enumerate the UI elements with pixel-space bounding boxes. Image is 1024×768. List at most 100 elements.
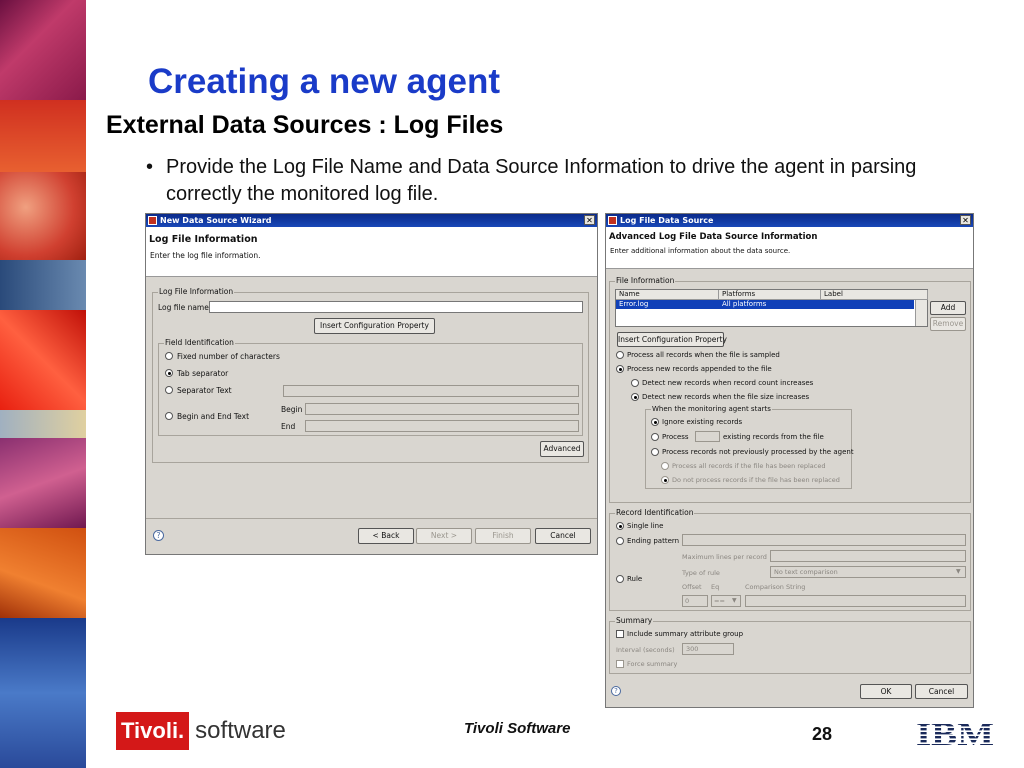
wizard-header-desc: Enter the log file information. <box>150 251 261 260</box>
tab-separator-radio[interactable] <box>165 369 173 377</box>
cancel-button[interactable]: Cancel <box>915 684 968 699</box>
adv-title-bar[interactable]: Log File Data Source ✕ <box>606 214 973 227</box>
do-not-process-replaced-label: Do not process records if the file has b… <box>672 476 840 484</box>
remove-button[interactable]: Remove <box>930 317 966 331</box>
table-header-platforms[interactable]: Platforms <box>719 290 821 300</box>
comparison-string-input[interactable] <box>745 595 966 607</box>
software-brand: software <box>195 717 286 744</box>
separator-text-radio[interactable] <box>165 386 173 394</box>
separator-text-input[interactable] <box>283 385 579 397</box>
help-icon[interactable]: ? <box>611 686 621 696</box>
adv-header-desc: Enter additional information about the d… <box>610 247 791 255</box>
log-file-name-input[interactable] <box>209 301 583 313</box>
wizard-app-icon <box>148 216 157 225</box>
not-previously-processed-label: Process records not previously processed… <box>662 448 854 456</box>
bullet-marker: • <box>146 156 154 178</box>
file-information-group-label: File Information <box>615 276 676 285</box>
begin-end-label: Begin and End Text <box>177 412 250 421</box>
cancel-button[interactable]: Cancel <box>535 528 591 544</box>
footer-center-text: Tivoli Software <box>464 720 571 737</box>
ignore-existing-label: Ignore existing records <box>662 418 743 426</box>
ending-pattern-input[interactable] <box>682 534 966 546</box>
force-summary-checkbox[interactable] <box>616 660 624 668</box>
process-new-records-label: Process new records appended to the file <box>627 365 772 373</box>
detect-record-count-radio[interactable] <box>631 379 639 387</box>
wizard-title: New Data Source Wizard <box>160 216 272 225</box>
close-icon[interactable]: ✕ <box>960 215 971 225</box>
finish-button[interactable]: Finish <box>475 528 531 544</box>
data-source-table: Name Platforms Label Error.log All platf… <box>615 289 928 327</box>
ibm-logo: IBM <box>916 717 994 748</box>
type-of-rule-label: Type of rule <box>682 569 720 577</box>
adv-title: Log File Data Source <box>620 216 714 225</box>
field-identification-group: Field Identification Fixed number of cha… <box>158 338 583 436</box>
process-existing-radio[interactable] <box>651 433 659 441</box>
help-icon[interactable]: ? <box>153 530 164 541</box>
do-not-process-replaced-radio[interactable] <box>661 476 669 484</box>
begin-text-input[interactable] <box>305 403 579 415</box>
log-file-info-group: Log File Information Log file name Inser… <box>152 287 589 463</box>
log-file-name-label: Log file name <box>158 303 209 312</box>
interval-label: Interval (seconds) <box>616 646 675 654</box>
process-all-records-label: Process all records when the file is sam… <box>627 351 780 359</box>
not-previously-processed-radio[interactable] <box>651 448 659 456</box>
process-all-records-radio[interactable] <box>616 351 624 359</box>
include-summary-label: Include summary attribute group <box>627 630 744 638</box>
max-lines-label: Maximum lines per record <box>682 553 767 561</box>
advanced-button[interactable]: Advanced <box>540 441 584 457</box>
table-scrollbar[interactable] <box>915 300 927 326</box>
tivoli-brand: Tivoli. <box>116 712 190 750</box>
process-existing-prefix: Process <box>662 433 689 441</box>
existing-records-count-input[interactable] <box>695 431 720 442</box>
next-button[interactable]: Next > <box>416 528 472 544</box>
add-button[interactable]: Add <box>930 301 966 315</box>
include-summary-checkbox[interactable] <box>616 630 624 638</box>
end-text-input[interactable] <box>305 420 579 432</box>
table-cell-platforms: All platforms <box>722 300 767 308</box>
process-all-replaced-label: Process all records if the file has been… <box>672 462 826 470</box>
offset-label: Offset <box>682 583 702 591</box>
summary-group-label: Summary <box>615 616 654 625</box>
record-identification-label: Record Identification <box>615 508 695 517</box>
offset-value: 0 <box>685 597 690 605</box>
detect-file-size-label: Detect new records when the file size in… <box>642 393 810 401</box>
max-lines-input[interactable] <box>770 550 966 562</box>
slide-subtitle: External Data Sources : Log Files <box>106 111 504 139</box>
process-new-records-radio[interactable] <box>616 365 624 373</box>
insert-config-property-button[interactable]: Insert Configuration Property <box>314 318 435 334</box>
ok-button[interactable]: OK <box>860 684 912 699</box>
slide-title: Creating a new agent <box>148 62 501 101</box>
field-identification-group-label: Field Identification <box>164 338 235 347</box>
page-number: 28 <box>812 724 833 744</box>
single-line-radio[interactable] <box>616 522 624 530</box>
begin-label: Begin <box>281 405 303 414</box>
record-identification-group: Record Identification Single line Ending… <box>609 508 971 611</box>
back-button[interactable]: < Back <box>358 528 414 544</box>
tivoli-software-logo: Tivoli. software <box>116 712 286 750</box>
wizard-title-bar[interactable]: New Data Source Wizard ✕ <box>146 214 597 227</box>
adv-app-icon <box>608 216 617 225</box>
fixed-chars-label: Fixed number of characters <box>177 352 280 361</box>
fixed-chars-radio[interactable] <box>165 352 173 360</box>
rule-radio[interactable] <box>616 575 624 583</box>
summary-group: Summary Include summary attribute group … <box>609 616 971 674</box>
chevron-down-icon: ▼ <box>732 597 737 604</box>
close-icon[interactable]: ✕ <box>584 215 595 225</box>
begin-end-radio[interactable] <box>165 412 173 420</box>
eq-label: Eq <box>711 583 720 591</box>
file-information-group: File Information Name Platforms Label Er… <box>609 276 971 503</box>
insert-config-property-button[interactable]: Insert Configuration Property <box>617 332 727 347</box>
bullet-item: • Provide the Log File Name and Data Sou… <box>146 154 966 208</box>
adv-header-title: Advanced Log File Data Source Informatio… <box>609 232 818 242</box>
separator-text-label: Separator Text <box>177 386 232 395</box>
ending-pattern-label: Ending pattern <box>627 537 680 545</box>
process-all-replaced-radio[interactable] <box>661 462 669 470</box>
detect-file-size-radio[interactable] <box>631 393 639 401</box>
table-header-name[interactable]: Name <box>616 290 719 300</box>
wizard-header-title: Log File Information <box>149 234 258 245</box>
table-row[interactable]: Error.log All platforms <box>616 300 914 309</box>
ignore-existing-radio[interactable] <box>651 418 659 426</box>
ending-pattern-radio[interactable] <box>616 537 624 545</box>
table-header-label[interactable]: Label <box>821 290 928 300</box>
adv-header: Advanced Log File Data Source Informatio… <box>606 227 973 269</box>
